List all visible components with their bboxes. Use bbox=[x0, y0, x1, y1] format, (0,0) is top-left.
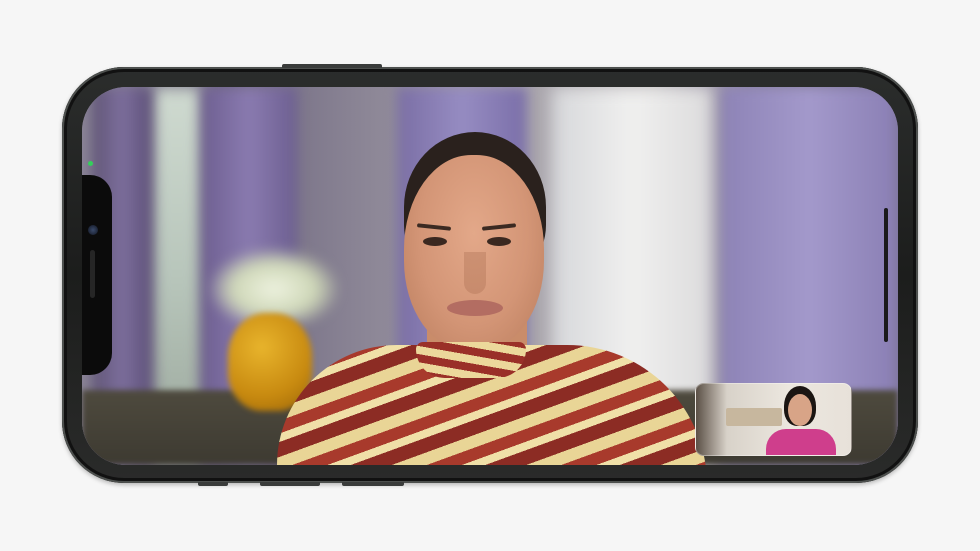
eye bbox=[423, 237, 447, 246]
sweater-collar bbox=[416, 342, 526, 378]
camera-icon bbox=[88, 225, 98, 235]
volume-down-button bbox=[342, 482, 404, 486]
facetime-screen bbox=[82, 87, 898, 465]
pip-person-face bbox=[788, 394, 812, 426]
nose bbox=[464, 252, 486, 294]
pip-person-body bbox=[766, 429, 836, 455]
side-button bbox=[282, 64, 382, 68]
volume-up-button bbox=[260, 482, 320, 486]
home-indicator[interactable] bbox=[884, 208, 888, 342]
eye bbox=[487, 237, 511, 246]
mute-switch bbox=[198, 482, 228, 486]
lips bbox=[447, 300, 503, 316]
self-view-pip[interactable] bbox=[695, 383, 852, 456]
pip-shelf bbox=[726, 408, 782, 426]
status-dot-icon bbox=[88, 161, 93, 166]
earpiece-speaker bbox=[90, 250, 95, 298]
sensor-housing bbox=[82, 175, 112, 375]
